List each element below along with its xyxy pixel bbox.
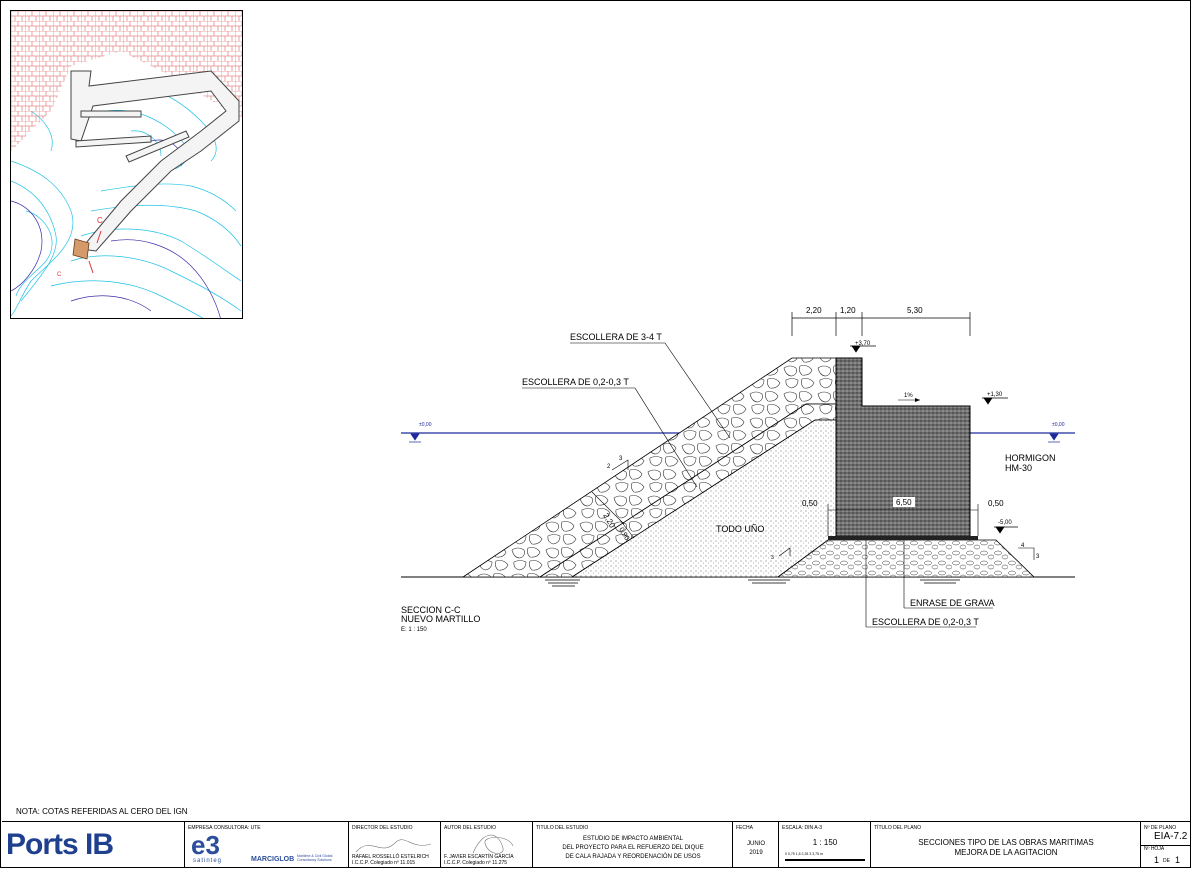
dim-top-3: 5,30 bbox=[907, 306, 923, 315]
slope-h: 3 bbox=[619, 456, 623, 462]
study-header: TITULO DEL ESTUDIO bbox=[536, 825, 589, 831]
concrete-crown-wall bbox=[835, 357, 971, 537]
e3-sub: satinteg bbox=[193, 858, 223, 864]
dim-050-left: 0,50 bbox=[802, 499, 818, 508]
section-subcaption: NUEVO MARTILLO bbox=[401, 614, 480, 624]
plan-line1: SECCIONES TIPO DE LAS OBRAS MARITIMAS bbox=[918, 838, 1094, 847]
marciglob-sub: Maritime & Civil Global Consultancy Solu… bbox=[297, 854, 333, 862]
label-gravel: ENRASE DE GRAVA bbox=[910, 598, 995, 608]
dim-top-2: 1,20 bbox=[840, 306, 856, 315]
level-deck: +1,30 bbox=[987, 392, 1003, 398]
study-title-cell: TITULO DEL ESTUDIO ESTUDIO DE IMPACTO AM… bbox=[533, 822, 733, 868]
level-wl-right: ±0,00 bbox=[1052, 422, 1065, 428]
dim-050-right: 0,50 bbox=[988, 499, 1004, 508]
sheet-of: DE bbox=[1163, 858, 1170, 864]
scale-header: ESCALA: DIN A-3 bbox=[782, 825, 823, 831]
cross-section-drawing: 2,20 1,20 5,30 +3,70 +1,30 -5,00 ±0,00 ±… bbox=[401, 306, 1075, 633]
scale-bar-labels: 0 0,75 1,5 2,25 3 3,75 m bbox=[785, 852, 823, 856]
scale-value: 1 : 150 bbox=[812, 838, 838, 847]
director-cell: DIRECTOR DEL ESTUDIO RAFAEL ROSSELLÓ EST… bbox=[349, 822, 441, 868]
date-month: JUNIO bbox=[747, 841, 765, 847]
deck-slope: 1% bbox=[904, 393, 913, 399]
client-logo-cell: Ports IB bbox=[2, 822, 185, 868]
label-concrete: HORMIGON bbox=[1005, 453, 1056, 463]
plan-number-cell: Nº DE PLANO EIA-7.2 Nº HOJA 1 DE 1 bbox=[1141, 822, 1190, 868]
dim-top-1: 2,20 bbox=[806, 306, 822, 315]
study-line3: DE CALA RAJADA Y REORDENACIÓN DE USOS bbox=[565, 854, 701, 860]
scale-bar bbox=[785, 859, 865, 861]
marciglob-logo: MARCIGLOB bbox=[251, 856, 295, 863]
gravel-levelling bbox=[828, 536, 978, 540]
plan-title-cell: TÍTULO DEL PLANO SECCIONES TIPO DE LAS O… bbox=[871, 822, 1141, 868]
plan-header: TÍTULO DEL PLANO bbox=[874, 825, 922, 831]
label-filter: ESCOLLERA DE 0,2-0,3 T bbox=[522, 377, 629, 387]
label-core: TODO UÑO bbox=[716, 524, 764, 534]
level-wl-left: ±0,00 bbox=[419, 422, 432, 428]
label-toe: ESCOLLERA DE 0,2-0,3 T bbox=[872, 617, 979, 627]
plan-number: EIA-7.2 bbox=[1154, 831, 1188, 842]
title-block: Ports IB EMPRESA CONSULTORA: UTE e3 sati… bbox=[2, 821, 1190, 868]
study-line2: DEL PROYECTO PARA EL REFUERZO DEL DIQUE bbox=[562, 845, 704, 851]
study-line1: ESTUDIO DE IMPACTO AMBIENTAL bbox=[582, 836, 684, 842]
label-concrete-grade: HM-30 bbox=[1005, 463, 1032, 473]
date-year: 2019 bbox=[749, 850, 763, 856]
author-reg: I.C.C.P. Colegiado nº 11.275 bbox=[444, 860, 508, 866]
consultant-cell: EMPRESA CONSULTORA: UTE e3 satinteg MARC… bbox=[185, 822, 349, 868]
note-ign: NOTA: COTAS REFERIDAS AL CERO DEL IGN bbox=[16, 807, 188, 816]
dim-650: 6,50 bbox=[896, 498, 912, 507]
ports-ib-logo: Ports IB bbox=[6, 828, 114, 861]
sheet-header: Nº HOJA bbox=[1144, 846, 1165, 852]
date-cell: FECHA JUNIO 2019 bbox=[733, 822, 779, 868]
toe-slope-v: 3 bbox=[1036, 554, 1040, 560]
inner-slope: 3 bbox=[771, 555, 774, 561]
level-base: -5,00 bbox=[998, 520, 1012, 526]
date-header: FECHA bbox=[736, 825, 753, 831]
sheet-total: 1 bbox=[1175, 855, 1181, 865]
director-reg: I.C.C.P. Colegiado nº 11.015 bbox=[352, 860, 416, 866]
level-crest: +3,70 bbox=[855, 341, 871, 347]
label-armour: ESCOLLERA DE 3-4 T bbox=[570, 332, 662, 342]
scale-cell: ESCALA: DIN A-3 1 : 150 0 0,75 1,5 2,25 … bbox=[779, 822, 871, 868]
slope-v: 2 bbox=[607, 464, 611, 470]
section-scale: E: 1 : 150 bbox=[401, 627, 427, 633]
plan-line2: MEJORA DE LA AGITACION bbox=[954, 848, 1058, 857]
e3-logo: e3 bbox=[191, 830, 220, 860]
sheet-number: 1 bbox=[1154, 855, 1160, 865]
author-cell: AUTOR DEL ESTUDIO F. JAVIER ESCARTÍN GAR… bbox=[441, 822, 533, 868]
